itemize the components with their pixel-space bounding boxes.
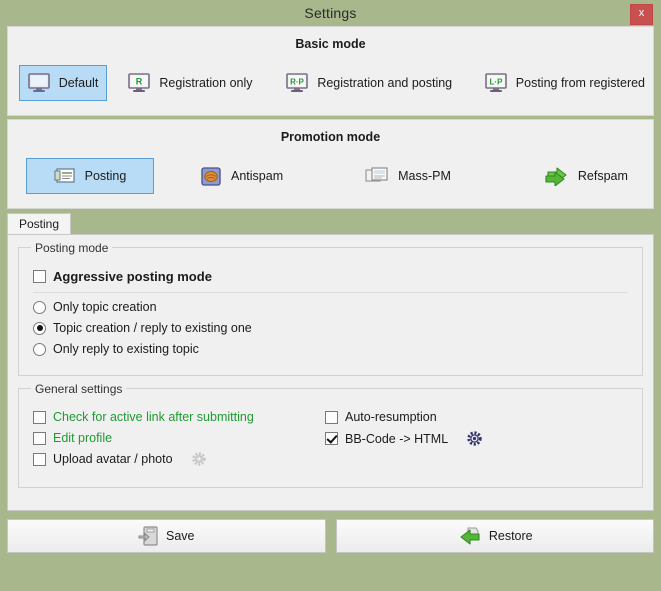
promotion-mode-mass-pm[interactable]: Mass-PM bbox=[357, 158, 459, 194]
aggressive-posting-mode-label: Aggressive posting mode bbox=[53, 269, 212, 284]
upload-avatar-row[interactable]: Upload avatar / photo bbox=[33, 452, 325, 466]
save-button[interactable]: Save bbox=[7, 519, 326, 553]
upload-avatar-gear-icon bbox=[192, 452, 206, 466]
window-title: Settings bbox=[304, 5, 356, 21]
basic-mode-default-label: Default bbox=[59, 76, 99, 90]
footer-buttons: Save Restore bbox=[7, 511, 654, 553]
monitor-lp-icon: L·P bbox=[485, 73, 507, 93]
basic-mode-registration-and-posting[interactable]: R·P Registration and posting bbox=[278, 65, 460, 101]
promotion-mode-refspam-label: Refspam bbox=[578, 169, 628, 183]
check-active-link-label: Check for active link after submitting bbox=[53, 410, 254, 424]
radio-topic-creation-or-reply-label: Topic creation / reply to existing one bbox=[53, 321, 252, 335]
tab-posting[interactable]: Posting bbox=[7, 213, 71, 234]
restore-icon bbox=[457, 526, 481, 546]
promotion-mode-antispam-label: Antispam bbox=[231, 169, 283, 183]
monitor-rp-icon: R·P bbox=[286, 73, 308, 93]
radio-topic-creation-or-reply[interactable] bbox=[33, 322, 46, 335]
close-button[interactable]: x bbox=[630, 4, 653, 25]
svg-text:L·P: L·P bbox=[489, 78, 503, 87]
general-settings-left-column: Check for active link after submitting E… bbox=[33, 403, 325, 473]
basic-mode-posting-from-registered[interactable]: L·P Posting from registered bbox=[477, 65, 653, 101]
check-active-link-checkbox[interactable] bbox=[33, 411, 46, 424]
upload-avatar-label: Upload avatar / photo bbox=[53, 452, 173, 466]
basic-mode-registration-only[interactable]: R Registration only bbox=[120, 65, 260, 101]
windows-stack-icon bbox=[365, 167, 389, 185]
general-settings-right-column: Auto-resumption BB-Code -> HTML bbox=[325, 403, 628, 473]
post-note-icon bbox=[54, 167, 76, 185]
promotion-mode-title: Promotion mode bbox=[8, 120, 653, 144]
check-active-link-row[interactable]: Check for active link after submitting bbox=[33, 410, 325, 424]
radio-only-topic-creation[interactable] bbox=[33, 301, 46, 314]
general-settings-group: General settings Check for active link a… bbox=[18, 388, 643, 488]
radio-only-reply-row[interactable]: Only reply to existing topic bbox=[33, 342, 628, 356]
radio-topic-creation-or-reply-row[interactable]: Topic creation / reply to existing one bbox=[33, 321, 628, 335]
basic-mode-registration-only-label: Registration only bbox=[159, 76, 252, 90]
save-icon bbox=[138, 526, 158, 546]
promotion-mode-panel: Promotion mode Posting bbox=[7, 119, 654, 209]
title-bar: Settings x bbox=[0, 0, 661, 26]
svg-text:R: R bbox=[136, 77, 143, 87]
edit-profile-checkbox[interactable] bbox=[33, 432, 46, 445]
promotion-mode-options: Posting Antispam bbox=[8, 144, 653, 208]
auto-resumption-row[interactable]: Auto-resumption bbox=[325, 410, 628, 424]
promotion-mode-posting[interactable]: Posting bbox=[26, 158, 154, 194]
radio-only-reply[interactable] bbox=[33, 343, 46, 356]
brain-chip-icon bbox=[200, 166, 222, 187]
basic-mode-options: Default R Registration only bbox=[8, 51, 653, 115]
aggressive-posting-mode-checkbox[interactable] bbox=[33, 270, 46, 283]
green-arrow-right-icon bbox=[545, 166, 569, 186]
edit-profile-row[interactable]: Edit profile bbox=[33, 431, 325, 445]
edit-profile-label: Edit profile bbox=[53, 431, 112, 445]
svg-text:R·P: R·P bbox=[290, 78, 304, 87]
general-settings-legend: General settings bbox=[31, 382, 126, 396]
bbcode-to-html-checkbox[interactable] bbox=[325, 432, 338, 445]
window-body: Basic mode Default bbox=[7, 26, 654, 553]
basic-mode-title: Basic mode bbox=[8, 27, 653, 51]
basic-mode-posting-from-registered-label: Posting from registered bbox=[516, 76, 645, 90]
posting-mode-divider bbox=[33, 292, 628, 293]
bbcode-to-html-label: BB-Code -> HTML bbox=[345, 432, 448, 446]
posting-mode-group: Posting mode Aggressive posting mode Onl… bbox=[18, 247, 643, 376]
promotion-mode-mass-pm-label: Mass-PM bbox=[398, 169, 451, 183]
promotion-mode-posting-label: Posting bbox=[85, 169, 127, 183]
auto-resumption-label: Auto-resumption bbox=[345, 410, 437, 424]
aggressive-posting-mode-row[interactable]: Aggressive posting mode bbox=[33, 269, 628, 284]
upload-avatar-checkbox[interactable] bbox=[33, 453, 46, 466]
promotion-mode-refspam[interactable]: Refspam bbox=[537, 158, 636, 194]
save-label: Save bbox=[166, 529, 195, 543]
general-settings-columns: Check for active link after submitting E… bbox=[33, 403, 628, 473]
radio-only-reply-label: Only reply to existing topic bbox=[53, 342, 199, 356]
bbcode-to-html-row[interactable]: BB-Code -> HTML bbox=[325, 431, 628, 446]
monitor-plain-icon bbox=[28, 73, 50, 93]
basic-mode-default[interactable]: Default bbox=[19, 65, 108, 101]
promotion-mode-antispam[interactable]: Antispam bbox=[192, 158, 291, 194]
tab-strip: Posting bbox=[7, 213, 654, 234]
bbcode-to-html-gear-icon[interactable] bbox=[467, 431, 482, 446]
auto-resumption-checkbox[interactable] bbox=[325, 411, 338, 424]
basic-mode-panel: Basic mode Default bbox=[7, 26, 654, 116]
posting-mode-legend: Posting mode bbox=[31, 241, 112, 255]
radio-only-topic-creation-row[interactable]: Only topic creation bbox=[33, 300, 628, 314]
radio-only-topic-creation-label: Only topic creation bbox=[53, 300, 157, 314]
basic-mode-registration-and-posting-label: Registration and posting bbox=[317, 76, 452, 90]
monitor-r-icon: R bbox=[128, 73, 150, 93]
restore-label: Restore bbox=[489, 529, 533, 543]
restore-button[interactable]: Restore bbox=[336, 519, 655, 553]
tab-page-posting: Posting mode Aggressive posting mode Onl… bbox=[7, 234, 654, 511]
